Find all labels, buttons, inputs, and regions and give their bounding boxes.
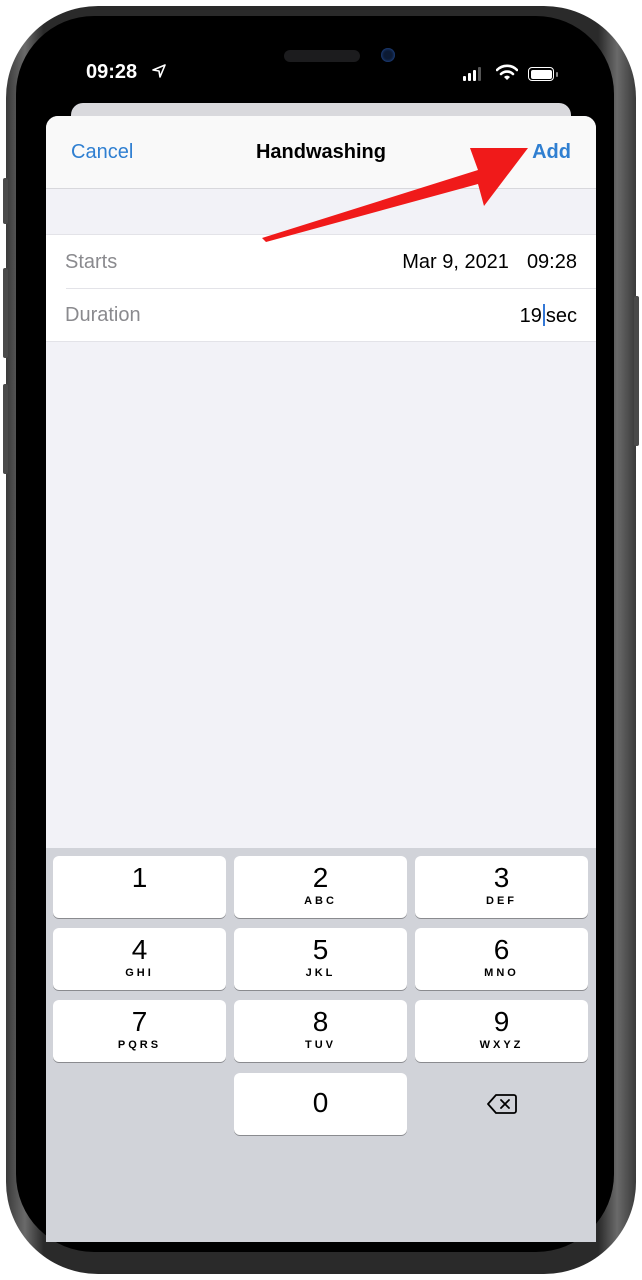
key-digit: 4 (131, 934, 148, 965)
key-digit: 6 (493, 934, 510, 965)
key-3[interactable]: 3 DEF (415, 856, 588, 918)
duration-row[interactable]: Duration 19 sec (46, 288, 596, 341)
key-digit: 1 (131, 862, 148, 893)
starts-row[interactable]: Starts Mar 9, 2021 09:28 (46, 235, 596, 288)
key-digit: 5 (312, 934, 329, 965)
add-button[interactable]: Add (532, 141, 571, 164)
key-letters: MNO (484, 967, 519, 979)
backspace-icon[interactable] (415, 1073, 588, 1135)
key-7[interactable]: 7 PQRS (53, 1000, 226, 1062)
key-letters: GHI (125, 967, 154, 979)
key-9[interactable]: 9 WXYZ (415, 1000, 588, 1062)
key-digit: 0 (312, 1087, 329, 1118)
duration-label: Duration (65, 304, 141, 326)
key-digit: 7 (131, 1006, 148, 1037)
silent-switch (3, 178, 8, 224)
add-data-sheet: Handwashing Cancel Add Starts Mar 9, 202… (46, 116, 596, 1242)
key-5[interactable]: 5 JKL (234, 928, 407, 990)
starts-value[interactable]: Mar 9, 2021 09:28 (402, 251, 577, 274)
entry-form: Starts Mar 9, 2021 09:28 Duration 19 sec (46, 234, 596, 342)
key-8[interactable]: 8 TUV (234, 1000, 407, 1062)
text-caret (542, 304, 545, 326)
starts-date: Mar 9, 2021 (402, 251, 509, 273)
key-letters: ABC (304, 895, 337, 907)
key-letters: JKL (305, 967, 336, 979)
key-0[interactable]: 0 (234, 1073, 407, 1135)
earpiece-speaker (284, 50, 360, 62)
numeric-keypad: 1 2 ABC 3 DEF 4 GHI 5 JKL 6 MNO 7 PQRS 8 TUV 9 W… (46, 848, 596, 1242)
key-1[interactable]: 1 (53, 856, 226, 918)
volume-up-button (3, 268, 8, 358)
key-digit: 2 (312, 862, 329, 893)
starts-time: 09:28 (526, 251, 577, 273)
status-time: 09:28 (86, 61, 138, 83)
wifi-icon (495, 64, 519, 87)
key-letters: WXYZ (479, 1039, 524, 1051)
cellular-signal-icon (463, 67, 481, 81)
duration-input[interactable]: 19 sec (520, 304, 577, 328)
key-blank (53, 1073, 226, 1135)
key-letters: PQRS (117, 1039, 162, 1051)
key-digit: 9 (493, 1006, 510, 1037)
location-arrow-icon (152, 64, 166, 82)
key-6[interactable]: 6 MNO (415, 928, 588, 990)
key-letters: TUV (305, 1039, 336, 1051)
duration-unit: sec (545, 305, 577, 327)
starts-label: Starts (65, 251, 118, 273)
key-digit: 3 (493, 862, 510, 893)
key-2[interactable]: 2 ABC (234, 856, 407, 918)
duration-value: 19 (519, 305, 542, 327)
battery-tip (556, 72, 558, 77)
navigation-bar: Handwashing Cancel Add (46, 116, 596, 189)
key-digit: 8 (312, 1006, 329, 1037)
key-letters: DEF (486, 895, 517, 907)
key-4[interactable]: 4 GHI (53, 928, 226, 990)
battery-icon (528, 67, 554, 81)
volume-down-button (3, 384, 8, 474)
cancel-button[interactable]: Cancel (71, 141, 133, 164)
front-camera (381, 48, 395, 62)
power-button (634, 296, 639, 446)
